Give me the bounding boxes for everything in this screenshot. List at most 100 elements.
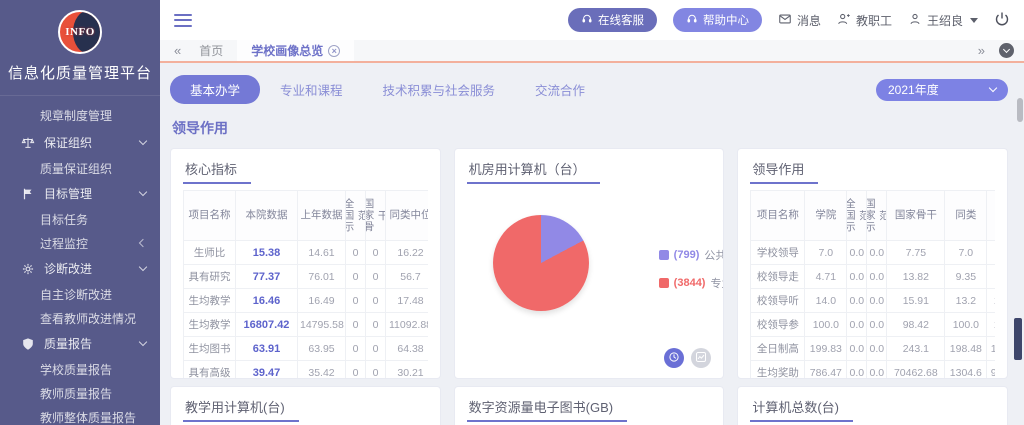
sidebar-menu: 规章制度管理 保证组织 质量保证组织 目标管理 目标任务 过程监控 诊断改进 [0, 96, 160, 425]
table-cell: 9.35 [945, 265, 987, 289]
tab-tech-social-service[interactable]: 技术积累与社会服务 [363, 75, 516, 104]
help-center-button[interactable]: 帮助中心 [673, 8, 762, 32]
tab-basic-schooling[interactable]: 基本办学 [170, 75, 260, 104]
cards-row-bottom: 教学用计算机(台) 数字资源量电子图书(GB) 计算机总数(台) [170, 386, 1008, 425]
pie-chart[interactable] [493, 215, 589, 311]
sidebar-item-teacher-quality-report[interactable]: 教师质量报告 [0, 381, 160, 405]
leadership-table: 项目名称学院全国示范国家示范国家骨干同类全省全国学校领导7.00.00.07.7… [750, 190, 995, 379]
sidebar-item-teacher-overall-quality-report[interactable]: 教师整体质量报告 [0, 405, 160, 425]
table-cell: 生均教学 [184, 313, 236, 337]
core-indicators-table: 项目名称本院数据上年数据全国示范国家骨干同类中位省中位数生师比15.3814.6… [183, 190, 428, 379]
table-cell: 0.0 [867, 241, 887, 265]
line-chart-view-button[interactable] [691, 348, 711, 368]
table-cell: 具有研究 [184, 265, 236, 289]
user-menu[interactable]: 王绍良 [908, 12, 978, 29]
table-row: 生均教学16807.4214795.580011092.8810896 [184, 313, 428, 337]
table-row: 生师比15.3814.610016.2215.5 [184, 241, 428, 265]
double-chevron-right-icon[interactable]: » [974, 44, 989, 57]
table-cell: 4.71 [805, 265, 847, 289]
pie-view-toggle-button[interactable] [664, 348, 684, 368]
table-cell: 56.7 [386, 265, 428, 289]
cards-row-top: 核心指标 项目名称本院数据上年数据全国示范国家骨干同类中位省中位数生师比15.3… [170, 148, 1008, 379]
sidebar-item-school-quality-report[interactable]: 学校质量报告 [0, 357, 160, 381]
table-cell: 具有高级 [184, 361, 236, 380]
sidebar-item-label: 质量保证组织 [40, 160, 146, 177]
table-cell: 193.67 [987, 337, 995, 361]
column-header: 全省 [987, 191, 995, 241]
column-header: 上年数据 [298, 191, 346, 241]
sidebar-item-label: 教师整体质量报告 [40, 409, 146, 425]
table-cell: 生均奖助 [751, 361, 805, 380]
double-chevron-left-icon[interactable]: « [170, 44, 185, 57]
sidebar-item-self-diagnosis[interactable]: 自主诊断改进 [0, 282, 160, 306]
table-cell: 198.48 [945, 337, 987, 361]
card-title: 机房用计算机（台） [467, 157, 600, 184]
column-header: 本院数据 [236, 191, 298, 241]
sidebar-item-process-monitor[interactable]: 过程监控 [0, 231, 160, 255]
table-cell: 786.47 [805, 361, 847, 380]
logo-text: INFO [60, 26, 100, 38]
floating-edge-widget[interactable] [1014, 318, 1022, 360]
sidebar-item-goal-tasks[interactable]: 目标任务 [0, 207, 160, 231]
table-row: 校领导参100.00.00.098.42100.0100.016 [751, 313, 995, 337]
table-cell: 生均图书 [184, 337, 236, 361]
leadership-table-wrap[interactable]: 项目名称学院全国示范国家示范国家骨干同类全省全国学校领导7.00.00.07.7… [750, 190, 995, 379]
staff-button[interactable]: 教职工 [837, 12, 892, 29]
card-core-indicators: 核心指标 项目名称本院数据上年数据全国示范国家骨干同类中位省中位数生师比15.3… [170, 148, 441, 379]
tab-home[interactable]: 首页 [185, 40, 237, 61]
filter-tabs: 基本办学 专业和课程 技术积累与社会服务 交流合作 2021年度 [170, 75, 1008, 104]
sidebar-item-diagnosis-improve[interactable]: 诊断改进 [0, 255, 160, 282]
year-select-dropdown[interactable]: 2021年度 [876, 79, 1008, 101]
sidebar-item-label: 自主诊断改进 [40, 286, 146, 303]
table-cell: 0.0 [847, 313, 867, 337]
table-row: 全日制高199.830.00.0243.1198.48193.6719 [751, 337, 995, 361]
table-cell: 0 [366, 361, 386, 380]
sidebar-item-label: 规章制度管理 [40, 107, 146, 124]
table-cell: 0 [346, 361, 366, 380]
table-cell: 39.47 [236, 361, 298, 380]
legend-item[interactable]: (3844) 专业机房 [659, 275, 725, 291]
main-area: 在线客服 帮助中心 消息 教职工 王绍良 [160, 0, 1024, 425]
sidebar-item-assurance-org[interactable]: 保证组织 [0, 129, 160, 156]
core-indicators-table-wrap[interactable]: 项目名称本院数据上年数据全国示范国家骨干同类中位省中位数生师比15.3814.6… [183, 190, 428, 379]
legend-item[interactable]: (799) 公共机房 [659, 247, 725, 263]
table-cell: 14795.58 [298, 313, 346, 337]
sidebar-item-goal-management[interactable]: 目标管理 [0, 180, 160, 207]
table-cell: 9.25 [987, 265, 995, 289]
card-title: 核心指标 [183, 157, 251, 184]
sidebar-item-label: 质量报告 [44, 335, 140, 352]
tab-majors-courses[interactable]: 专业和课程 [260, 75, 363, 104]
online-service-button[interactable]: 在线客服 [568, 8, 657, 32]
sidebar-item-teacher-improvement[interactable]: 查看教师改进情况 [0, 306, 160, 330]
table-cell: 13.82 [887, 265, 945, 289]
sidebar-item-quality-report[interactable]: 质量报告 [0, 330, 160, 357]
power-button[interactable] [994, 11, 1010, 30]
table-cell: 0.0 [847, 241, 867, 265]
hamburger-menu-icon[interactable] [174, 14, 192, 27]
sidebar-item-label: 过程监控 [40, 235, 140, 252]
table-cell: 11092.88 [386, 313, 428, 337]
app-title: 信息化质量管理平台 [0, 62, 160, 87]
table-cell: 学校领导 [751, 241, 805, 265]
tab-strip: « 首页 学校画像总览 » [160, 40, 1024, 63]
messages-button[interactable]: 消息 [778, 12, 821, 29]
sidebar-item-quality-assurance-org[interactable]: 质量保证组织 [0, 156, 160, 180]
table-cell: 14.0 [805, 289, 847, 313]
table-cell: 13.33 [987, 289, 995, 313]
tab-school-overview[interactable]: 学校画像总览 [237, 40, 354, 61]
table-cell: 98.42 [887, 313, 945, 337]
table-cell: 0 [346, 241, 366, 265]
pie-legend: (799) 公共机房 (3844) 专业机房 [659, 247, 725, 291]
tab-exchange-cooperation[interactable]: 交流合作 [515, 75, 605, 104]
vertical-scrollbar-thumb[interactable] [1017, 98, 1023, 122]
table-cell: 76.01 [298, 265, 346, 289]
close-icon[interactable] [328, 45, 340, 57]
card-title: 教学用计算机(台) [183, 395, 299, 422]
sidebar-item-label: 诊断改进 [44, 260, 140, 277]
table-cell: 7.0 [945, 241, 987, 265]
help-center-label: 帮助中心 [703, 12, 749, 28]
sidebar-item-rules[interactable]: 规章制度管理 [0, 102, 160, 129]
card-teaching-computers: 教学用计算机(台) [170, 386, 441, 425]
card-leadership: 领导作用 项目名称学院全国示范国家示范国家骨干同类全省全国学校领导7.00.00… [737, 148, 1008, 379]
tab-options-button[interactable] [999, 43, 1014, 58]
